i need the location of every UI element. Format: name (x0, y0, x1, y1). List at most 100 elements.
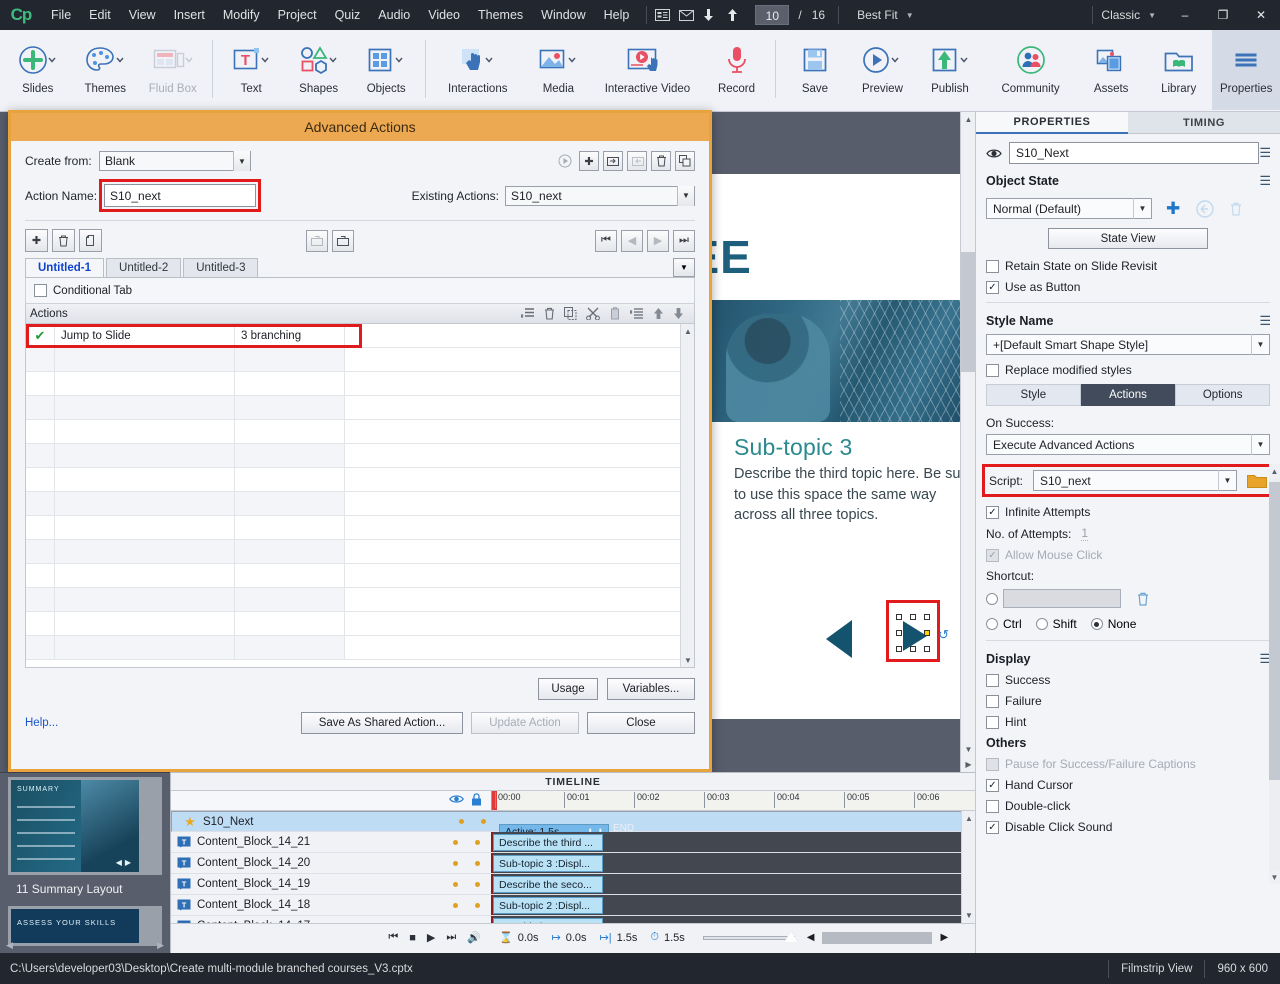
resize-handle-se[interactable] (924, 646, 930, 652)
timeline-track-rows[interactable]: ★ S10_Next Active: 1.5s ❙❙ END T (171, 811, 975, 923)
scroll-up-icon[interactable]: ▲ (961, 112, 976, 127)
visibility-dot[interactable] (453, 839, 458, 845)
volume-icon[interactable]: 🔊 (467, 931, 481, 944)
script-select[interactable]: S10_next ▼ (1033, 470, 1237, 491)
workspace-label[interactable]: Classic (1101, 8, 1140, 22)
seg-tab-actions[interactable]: Actions (1080, 384, 1176, 406)
style-name-menu-icon[interactable]: ☰ (1259, 313, 1271, 329)
timeline-transport-controls[interactable]: ⏮ ■ ▶ ⏭ 🔊 (171, 931, 491, 944)
timeline-row-name-cell[interactable]: T Content_Block_14_17 (171, 916, 491, 923)
last-icon[interactable]: ⏭ (673, 229, 695, 252)
timeline-bar[interactable]: Sub-topic 2 :Displ... (493, 897, 603, 914)
use-as-button-checkbox[interactable]: ✓ (986, 280, 999, 294)
maximize-button[interactable]: ❐ (1204, 3, 1242, 27)
chevron-down-icon[interactable]: ▼ (1251, 434, 1269, 455)
object-name-menu-icon[interactable]: ☰ (1259, 145, 1271, 161)
retain-state-row[interactable]: Retain State on Slide Revisit (986, 259, 1270, 273)
visibility-dot[interactable] (453, 902, 458, 908)
timeline-row-name-cell[interactable]: T Content_Block_14_21 (171, 832, 491, 852)
tab-properties[interactable]: PROPERTIES (976, 112, 1128, 134)
tabs-overflow-chevron-down-icon[interactable]: ▼ (673, 258, 695, 277)
shortcut-input[interactable] (1003, 589, 1121, 608)
toolbar-media[interactable]: Media (525, 30, 593, 110)
workspace-chevron-down-icon[interactable]: ▼ (1140, 11, 1166, 20)
timeline-track[interactable]: Describe the third ... (491, 832, 975, 852)
save-as-shared-action-button[interactable]: Save As Shared Action... (301, 712, 463, 734)
toolbar-interactive-video[interactable]: Interactive Video (592, 30, 703, 110)
object-name-input[interactable]: S10_Next (1009, 142, 1260, 164)
state-view-button[interactable]: State View (1048, 228, 1208, 249)
add-state-icon[interactable]: ✚ (1166, 200, 1180, 217)
zoom-mode-label[interactable]: Best Fit (847, 8, 898, 22)
view-mode-label[interactable]: Filmstrip View (1108, 959, 1204, 978)
table-row[interactable] (26, 492, 694, 516)
canvas-scroll-thumb[interactable] (961, 252, 976, 372)
eye-icon[interactable] (449, 794, 464, 804)
menu-insert[interactable]: Insert (165, 0, 214, 30)
sub-topic-heading[interactable]: Sub-topic 3 (734, 434, 960, 461)
menu-help[interactable]: Help (595, 0, 639, 30)
menu-audio[interactable]: Audio (369, 0, 419, 30)
timeline-row[interactable]: T Content_Block_14_20 Sub-topic 3 :Displ… (171, 853, 975, 874)
table-row[interactable] (26, 540, 694, 564)
filmstrip-prev-icon[interactable]: ◀ (6, 940, 13, 951)
display-failure-checkbox[interactable] (986, 694, 999, 708)
slide-photo[interactable] (712, 300, 960, 422)
style-name-select[interactable]: +[Default Smart Shape Style] ▼ (986, 334, 1270, 355)
advanced-actions-dialog[interactable]: Advanced Actions Create from: Blank ▼ ✚ (8, 110, 712, 772)
lock-icon[interactable] (471, 793, 482, 806)
tab-untitled-1[interactable]: Untitled-1 (25, 258, 105, 277)
arrow-down-icon[interactable] (703, 8, 727, 22)
timeline-bar[interactable]: Describe the seco... (493, 876, 603, 893)
tab-untitled-3[interactable]: Untitled-3 (183, 258, 259, 277)
zoom-chevron-down-icon[interactable]: ▼ (898, 11, 914, 20)
existing-actions-select[interactable]: S10_next ▼ (505, 185, 695, 206)
disable-click-sound-checkbox[interactable]: ✓ (986, 820, 999, 834)
table-row[interactable] (26, 612, 694, 636)
toolbar-preview[interactable]: Preview (849, 30, 917, 110)
previous-arrow-shape[interactable] (826, 620, 852, 658)
double-click-row[interactable]: Double-click (986, 799, 1270, 813)
export-decision-icon[interactable] (332, 229, 354, 252)
timeline-row-name-cell[interactable]: T Content_Block_14_18 (171, 895, 491, 915)
timeline-zoom-knob[interactable] (783, 930, 798, 942)
minimize-button[interactable]: – (1166, 3, 1204, 27)
table-row[interactable] (26, 516, 694, 540)
slide-text-block[interactable]: Sub-topic 3 Describe the third topic her… (734, 434, 960, 526)
lock-dot[interactable] (475, 881, 480, 887)
timeline-row[interactable]: ★ S10_Next Active: 1.5s ❙❙ END (171, 811, 975, 841)
grid-vertical-scrollbar[interactable]: ▲ ▼ (680, 324, 694, 667)
menu-window[interactable]: Window (532, 0, 594, 30)
panel-scroll-thumb[interactable] (1269, 482, 1280, 780)
hand-cursor-row[interactable]: ✓ Hand Cursor (986, 778, 1270, 792)
panel-scroll-down-icon[interactable]: ▼ (1269, 870, 1280, 884)
cut-row-icon[interactable] (586, 307, 600, 320)
move-up-icon[interactable] (653, 307, 664, 320)
resize-handle-s[interactable] (910, 646, 916, 652)
delete-row-icon[interactable] (544, 307, 555, 320)
resize-handle-nw[interactable] (896, 614, 902, 620)
toolbar-community[interactable]: Community (984, 30, 1078, 110)
display-hint-row[interactable]: Hint (986, 715, 1270, 729)
display-success-checkbox[interactable] (986, 673, 999, 687)
replace-styles-checkbox[interactable] (986, 363, 999, 377)
resize-handle-n[interactable] (910, 614, 916, 620)
add-icon[interactable]: ✚ (579, 151, 599, 171)
current-slide-field[interactable]: 10 (755, 5, 790, 25)
properties-panel[interactable]: PROPERTIES TIMING S10_Next ☰ Object Stat… (975, 112, 1280, 953)
add-tab-icon[interactable]: ✚ (25, 229, 48, 252)
table-row[interactable] (26, 564, 694, 588)
timeline-row[interactable]: T Content_Block_14_21 Describe the third… (171, 832, 975, 853)
timeline-row-name-cell[interactable]: ★ S10_Next (177, 814, 497, 830)
toolbar-publish[interactable]: Publish (916, 30, 984, 110)
radio-shift[interactable] (1035, 618, 1048, 630)
timeline-scroll-right-icon[interactable]: ▶ (940, 932, 948, 943)
delete-icon[interactable] (651, 151, 671, 171)
timeline-vertical-scrollbar[interactable]: ▲ ▼ (961, 811, 975, 923)
chevron-down-icon[interactable]: ▼ (1133, 198, 1151, 219)
use-as-button-row[interactable]: ✓ Use as Button (986, 280, 1270, 294)
menu-video[interactable]: Video (419, 0, 469, 30)
add-row-icon[interactable] (630, 307, 644, 320)
paste-row-icon[interactable] (609, 307, 621, 320)
timeline-bar[interactable]: Describe the third ... (493, 834, 603, 851)
